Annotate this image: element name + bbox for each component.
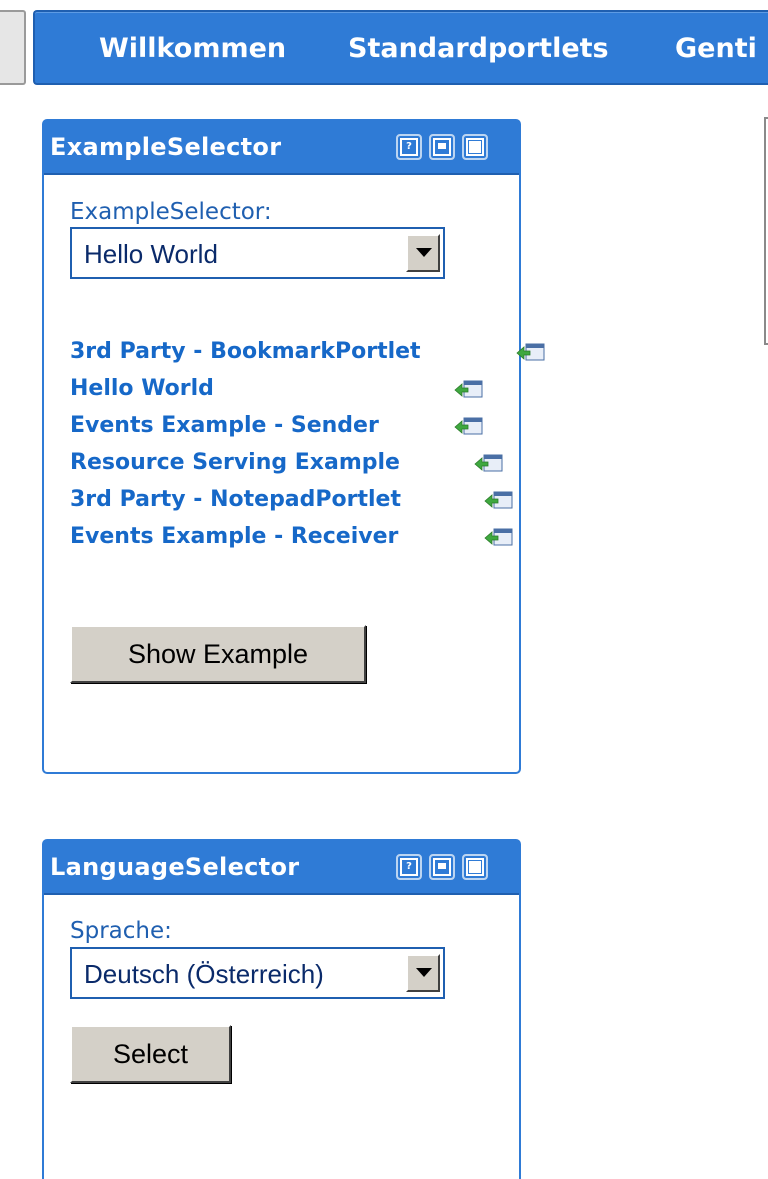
example-select[interactable]: Hello World <box>70 227 445 279</box>
minimize-icon[interactable] <box>429 134 455 160</box>
top-navigation: Willkommen Standardportlets Genti <box>33 10 768 85</box>
language-select-value: Deutsch (Österreich) <box>84 959 324 989</box>
example-link-label[interactable]: 3rd Party - NotepadPortlet <box>70 487 401 512</box>
portlet-transfer-icon <box>516 343 545 361</box>
portlet-title: LanguageSelector <box>50 853 300 881</box>
example-link[interactable]: Events Example - Sender <box>70 407 525 444</box>
example-link[interactable]: Events Example - Receiver <box>70 518 525 555</box>
example-list: 3rd Party - BookmarkPortlet Hello World … <box>70 333 545 555</box>
example-link-label[interactable]: Events Example - Receiver <box>70 524 398 549</box>
language-selector-portlet: LanguageSelector ? Sprache: Deutsch (Öst… <box>42 839 521 1179</box>
left-tab-fragment[interactable] <box>0 10 26 85</box>
portlet-header: ExampleSelector ? <box>44 121 519 175</box>
example-select-label: ExampleSelector: <box>70 199 272 225</box>
language-select-label: Sprache: <box>70 918 172 944</box>
portlet-header: LanguageSelector ? <box>44 841 519 895</box>
example-select-value: Hello World <box>84 239 218 269</box>
language-select[interactable]: Deutsch (Österreich) <box>70 947 445 999</box>
portlet-transfer-icon <box>454 380 483 398</box>
portlet-transfer-icon <box>454 417 483 435</box>
nav-item-genti[interactable]: Genti <box>675 33 757 64</box>
chevron-down-icon[interactable] <box>406 234 440 272</box>
chevron-down-icon[interactable] <box>406 954 440 992</box>
example-link-label[interactable]: 3rd Party - BookmarkPortlet <box>70 339 421 364</box>
example-selector-portlet: ExampleSelector ? ExampleSelector: Hello… <box>42 119 545 774</box>
nav-item-willkommen[interactable]: Willkommen <box>99 33 286 64</box>
help-icon[interactable]: ? <box>396 854 422 880</box>
portlet-transfer-icon <box>484 491 513 509</box>
maximize-icon[interactable] <box>462 854 488 880</box>
nav-item-standardportlets[interactable]: Standardportlets <box>348 33 609 64</box>
example-link-label[interactable]: Hello World <box>70 376 214 401</box>
example-link-label[interactable]: Resource Serving Example <box>70 450 400 475</box>
portlet-transfer-icon <box>474 454 503 472</box>
maximize-icon[interactable] <box>462 134 488 160</box>
portlet-transfer-icon <box>484 528 513 546</box>
example-link[interactable]: Hello World <box>70 370 525 407</box>
example-link[interactable]: 3rd Party - BookmarkPortlet <box>70 333 545 370</box>
example-link[interactable]: 3rd Party - NotepadPortlet <box>70 481 525 518</box>
show-example-button[interactable]: Show Example <box>70 625 366 683</box>
help-icon[interactable]: ? <box>396 134 422 160</box>
minimize-icon[interactable] <box>429 854 455 880</box>
select-button[interactable]: Select <box>70 1025 231 1083</box>
example-link[interactable]: Resource Serving Example <box>70 444 525 481</box>
right-portlet-fragment <box>764 117 768 345</box>
portlet-title: ExampleSelector <box>50 133 282 161</box>
example-link-label[interactable]: Events Example - Sender <box>70 413 379 438</box>
